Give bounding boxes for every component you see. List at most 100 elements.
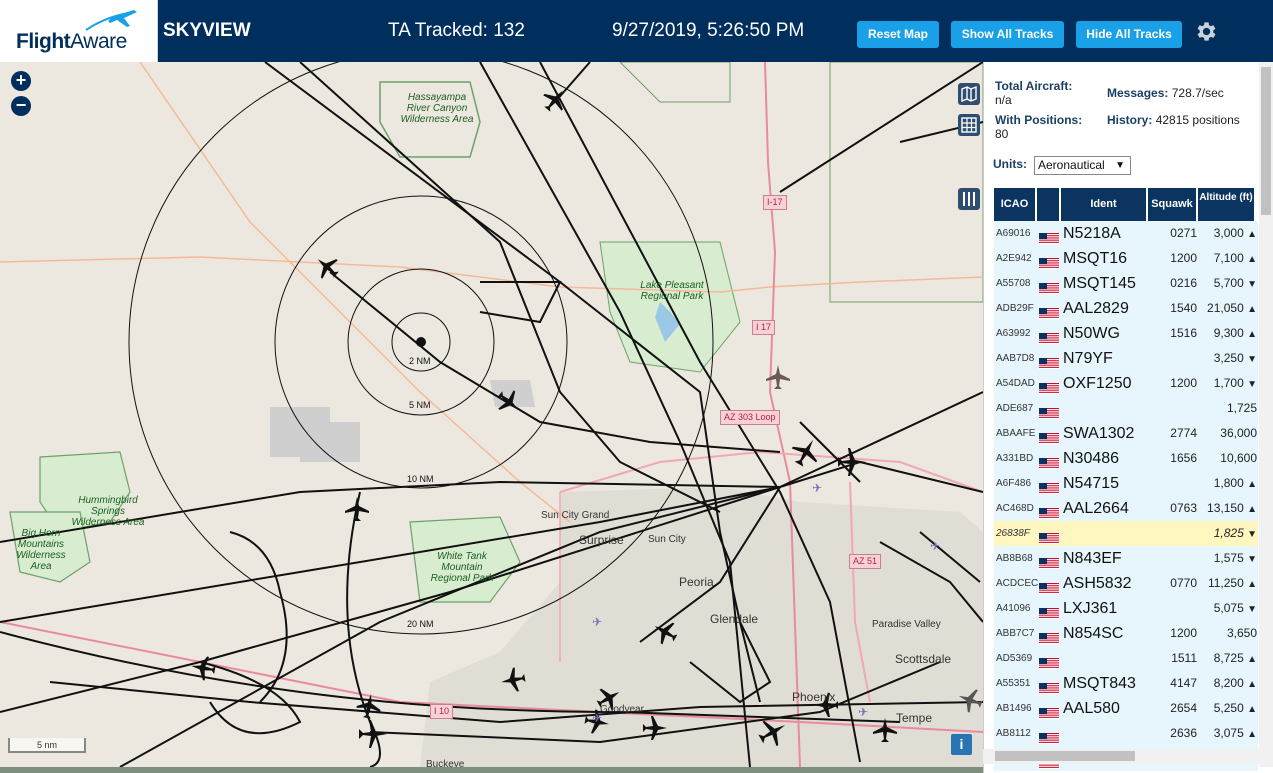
squawk-cell: 0271	[1170, 226, 1197, 240]
altitude-cell: 8,200 ▲	[1198, 671, 1257, 696]
ident-cell: N50WG	[1063, 325, 1120, 342]
map-icon	[961, 85, 977, 103]
reset-map-button[interactable]: Reset Map	[857, 21, 939, 48]
table-row[interactable]: ABB7C7 N854SC 1200 3,650	[994, 621, 1258, 646]
units-selected-value: Aeronautical	[1038, 158, 1105, 172]
squawk-cell: 0216	[1170, 276, 1197, 290]
units-select[interactable]: Aeronautical ▼	[1034, 156, 1131, 175]
table-row[interactable]: ACDCEC ASH5832 0770 11,250 ▲	[994, 571, 1258, 596]
messages-value: 728.7/sec	[1171, 86, 1224, 100]
total-aircraft-value: n/a	[995, 93, 1012, 107]
squawk-cell: 1200	[1170, 251, 1197, 265]
ident-cell: N5218A	[1063, 225, 1121, 242]
altitude-trend-icon: ▼	[1247, 604, 1257, 615]
squawk-cell	[1144, 346, 1197, 371]
city-label: Scottsdale	[895, 652, 952, 666]
table-row[interactable]: A63992 N50WG 1516 9,300 ▲	[994, 321, 1258, 346]
table-row[interactable]: AC468D AAL2664 0763 13,150 ▲	[994, 496, 1258, 521]
total-aircraft-stat: Total Aircraft: n/a	[995, 79, 1072, 107]
icao-cell: A331BD	[996, 453, 1034, 464]
table-row[interactable]: A41096 LXJ361 5,075 ▼	[994, 596, 1258, 621]
table-row[interactable]: A2E942 MSQT16 1200 7,100 ▲	[994, 246, 1258, 271]
table-row[interactable]: AB8B68 N843EF 1,575 ▼	[994, 546, 1258, 571]
squawk-cell	[1144, 546, 1197, 571]
us-flag-icon	[1039, 703, 1059, 719]
grid-toggle-button[interactable]	[958, 114, 980, 136]
flightaware-logo[interactable]: FlightAware	[0, 0, 158, 62]
panel-vertical-scrollbar[interactable]	[1259, 62, 1273, 767]
city-label: Phoenix	[792, 690, 836, 704]
altitude-cell: 1,725	[1198, 396, 1257, 421]
zoom-in-button[interactable]: +	[11, 71, 31, 91]
table-row[interactable]: A6F486 N54715 1,800 ▲	[994, 471, 1258, 496]
ident-cell: N79YF	[1063, 350, 1113, 367]
table-row[interactable]: ADE687 1,725	[994, 396, 1258, 421]
park-label: White Tank Mountain Regional Park	[430, 551, 494, 584]
us-flag-icon	[1039, 478, 1059, 494]
city-label: Sun City Grand	[541, 510, 610, 521]
column-flag[interactable]	[1037, 188, 1061, 221]
gear-icon[interactable]	[1193, 19, 1218, 44]
city-label: Goodyear	[600, 704, 644, 715]
column-icao[interactable]: ICAO	[994, 188, 1037, 221]
us-flag-icon	[1039, 728, 1059, 744]
altitude-value: 1,575	[1213, 551, 1244, 565]
us-flag-icon	[1039, 553, 1059, 569]
map-view[interactable]: ✈ ✈ ✈ ✈ ✈ + − Hassayampa River Canyon Wi…	[0, 62, 983, 767]
city-label: Buckeye	[426, 759, 465, 767]
range-label-20nm: 20 NM	[407, 619, 434, 629]
column-ident[interactable]: Ident	[1061, 188, 1148, 221]
table-row[interactable]: ABAAFE SWA1302 2774 36,000	[994, 421, 1258, 446]
us-flag-icon	[1039, 503, 1059, 519]
park-label: Lake Pleasant Regional Park	[640, 280, 704, 302]
map-canvas[interactable]: ✈ ✈ ✈ ✈ ✈	[0, 62, 983, 767]
column-squawk[interactable]: Squawk	[1148, 188, 1198, 221]
scroll-thumb[interactable]	[1261, 67, 1271, 215]
scroll-thumb[interactable]	[995, 751, 1135, 761]
units-label: Units:	[993, 157, 1027, 171]
city-label: Peoria	[679, 575, 714, 589]
table-row[interactable]: ADB29F AAL2829 1540 21,050 ▲	[994, 296, 1258, 321]
city-label: Glendale	[710, 612, 759, 626]
info-button[interactable]: i	[951, 734, 972, 755]
altitude-value: 21,050	[1207, 301, 1244, 315]
svg-text:✈: ✈	[812, 481, 822, 495]
table-row[interactable]: 26838F 1,825 ▼	[994, 521, 1258, 546]
altitude-trend-icon: ▲	[1247, 679, 1257, 690]
altitude-value: 1,700	[1213, 376, 1244, 390]
icao-cell: A54DAD	[996, 378, 1035, 389]
ident-cell: SWA1302	[1063, 425, 1135, 442]
city-label: Surprise	[579, 533, 624, 547]
logo-flight-text: Flight	[16, 30, 71, 53]
table-row[interactable]: A69016 N5218A 0271 3,000 ▲	[994, 221, 1258, 246]
us-flag-icon	[1039, 453, 1059, 469]
altitude-trend-icon: ▼	[1247, 279, 1257, 290]
table-row[interactable]: A331BD N30486 1656 10,600	[994, 446, 1258, 471]
table-row[interactable]: AB1496 AAL580 2654 5,250 ▲	[994, 696, 1258, 721]
altitude-trend-icon: ▲	[1247, 504, 1257, 515]
zoom-out-button[interactable]: −	[11, 96, 31, 116]
altitude-trend-icon: ▲	[1247, 479, 1257, 490]
icao-cell: A63992	[996, 328, 1031, 339]
altitude-value: 8,200	[1213, 676, 1244, 690]
svg-text:✈: ✈	[930, 539, 940, 553]
show-all-tracks-button[interactable]: Show All Tracks	[951, 21, 1064, 48]
panel-horizontal-scrollbar[interactable]	[983, 749, 1259, 764]
aircraft-table-header: ICAO Ident Squawk Altitude (ft)	[994, 188, 1258, 221]
altitude-trend-icon: ▲	[1247, 329, 1257, 340]
table-row[interactable]: A54DAD OXF1250 1200 1,700 ▼	[994, 371, 1258, 396]
table-row[interactable]: AAB7D8 N79YF 3,250 ▼	[994, 346, 1258, 371]
table-row[interactable]: AB8112 2636 3,075 ▲	[994, 721, 1258, 746]
us-flag-icon	[1039, 653, 1059, 669]
table-row[interactable]: A55708 MSQT145 0216 5,700 ▼	[994, 271, 1258, 296]
table-row[interactable]: A55351 MSQT843 4147 8,200 ▲	[994, 671, 1258, 696]
altitude-trend-icon: ▲	[1247, 579, 1257, 590]
column-toggle-button[interactable]	[958, 188, 980, 210]
column-altitude[interactable]: Altitude (ft)	[1198, 188, 1256, 221]
icao-cell: ADB29F	[996, 303, 1034, 314]
squawk-cell: 1200	[1170, 626, 1197, 640]
table-row[interactable]: AD5369 1511 8,725 ▲	[994, 646, 1258, 671]
hide-all-tracks-button[interactable]: Hide All Tracks	[1076, 21, 1182, 48]
map-layers-button[interactable]	[958, 83, 980, 105]
icao-cell: A6F486	[996, 478, 1032, 489]
